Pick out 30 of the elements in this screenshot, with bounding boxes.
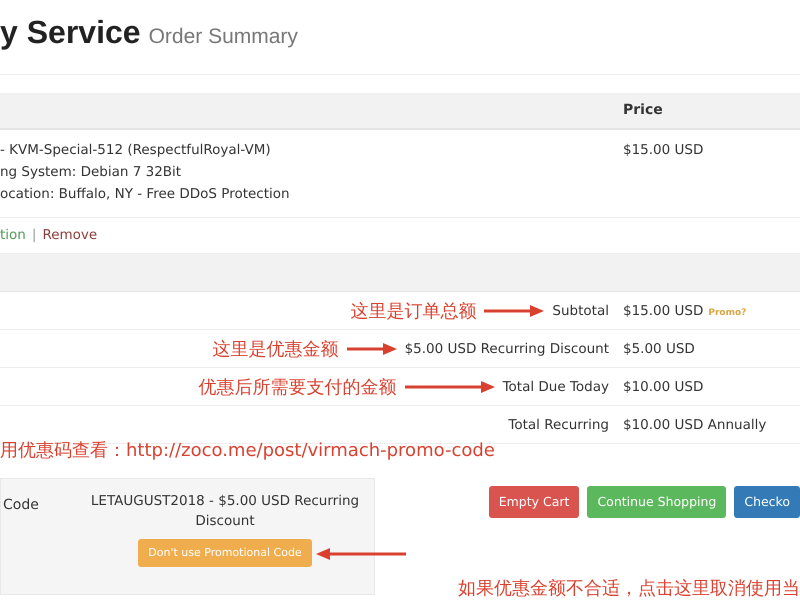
annotation-text: 如果优惠金额不合适，点击这里取消使用当 — [458, 576, 800, 600]
annotation-text: 优惠后所需要支付的金额 — [198, 376, 397, 399]
total-value: $10.00 USD — [623, 378, 704, 397]
item-description: ng System: Debian 7 32Bit — [0, 162, 182, 182]
edit-link[interactable]: tion — [0, 227, 26, 244]
total-value: $10.00 USD Annually — [623, 416, 766, 435]
total-value: $15.00 USD — [623, 302, 704, 321]
applied-promo-text: LETAUGUST2018 - $5.00 USD Recurring Discount — [90, 492, 360, 531]
cart-button[interactable]: Continue Shopping — [587, 486, 726, 518]
total-label: Total Due Today — [502, 378, 609, 397]
annotation-text: 用优惠码查看：http://zoco.me/post/virmach-promo-code — [0, 442, 496, 462]
cart-button[interactable]: Checko — [734, 486, 800, 518]
column-header: Price — [623, 102, 664, 118]
annotation-text: 这里是订单总额 — [350, 300, 476, 323]
total-value: $5.00 USD — [623, 340, 695, 359]
promo-label: Code — [2, 496, 40, 515]
total-label: Total Recurring — [508, 416, 609, 435]
total-label: Subtotal — [552, 302, 609, 321]
promo-link[interactable]: Promo? — [708, 308, 746, 318]
page-subtitle: Order Summary — [148, 25, 298, 49]
page-title: y Service — [0, 14, 141, 51]
total-label: $5.00 USD Recurring Discount — [404, 340, 609, 359]
item-description: ocation: Buffalo, NY - Free DDoS Protection — [0, 184, 291, 204]
annotation-text: 这里是优惠金额 — [212, 338, 339, 361]
link-separator: | — [32, 227, 36, 244]
item-description: - KVM-Special-512 (RespectfulRoyal-VM) — [0, 140, 272, 160]
cart-button[interactable]: Empty Cart — [488, 486, 580, 518]
remove-link[interactable]: Remove — [42, 227, 98, 244]
remove-promo-button[interactable]: Don't use Promotional Code — [138, 538, 312, 567]
item-price: $15.00 USD — [623, 140, 704, 160]
